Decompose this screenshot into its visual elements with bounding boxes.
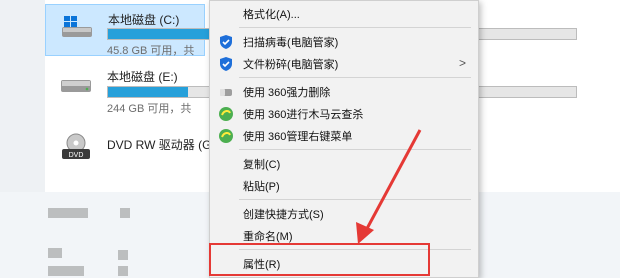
- annotation-arrow-icon: [356, 129, 422, 244]
